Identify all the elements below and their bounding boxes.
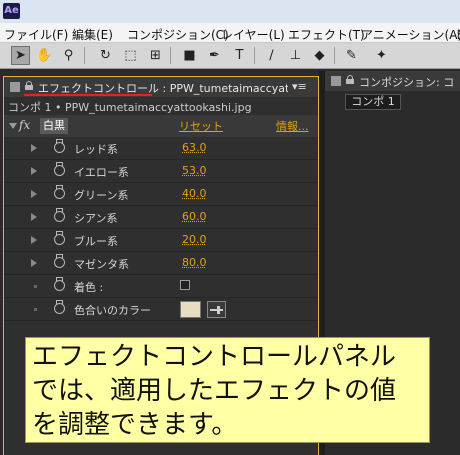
param-value[interactable]: 20.0 [182, 233, 207, 246]
twirl-icon[interactable] [31, 190, 37, 198]
callout-line-1: エフェクトコントロールパネル [32, 342, 397, 372]
param-label: 色合いのカラー [74, 304, 151, 317]
stopwatch-icon[interactable] [54, 231, 65, 245]
menu-effect[interactable]: エフェクト(T) [288, 26, 365, 43]
param-row-tint: 着色 : [4, 275, 318, 298]
lock-icon[interactable] [25, 81, 33, 90]
explanation-callout: エフェクトコントロールパネル では、適用したエフェクトの値 を調整できます。 [25, 337, 430, 443]
param-row-magenta: マゼンタ系 80.0 [4, 252, 318, 275]
stopwatch-icon[interactable] [54, 254, 65, 268]
twirl-icon[interactable] [31, 213, 37, 221]
twirl-icon[interactable] [31, 259, 37, 267]
stopwatch-icon[interactable] [54, 208, 65, 222]
tint-color-swatch[interactable] [180, 301, 201, 318]
comp-1-tab[interactable]: コンポ 1 [345, 94, 401, 110]
breadcrumb: コンポ 1 • PPW_tumetaimaccyattookashi.jpg [4, 97, 318, 115]
tools-toolbar: ➤ ✋ ⚲ ↻ ⬚ ⊞ ■ ✒ T ∕ ⊥ ◆ ✎ ✦ [0, 43, 460, 69]
menu-animation[interactable]: アニメーション(A) [361, 26, 460, 43]
composition-tab-title: コンポジション: コ [359, 76, 455, 89]
param-label: イエロー系 [74, 166, 129, 179]
effect-name[interactable]: 白黒 [40, 118, 68, 134]
stopwatch-icon[interactable] [54, 300, 65, 314]
no-twirl-marker [34, 308, 37, 311]
eyedropper-icon[interactable] [207, 301, 226, 318]
param-value[interactable]: 40.0 [182, 187, 207, 200]
expand-twirl-icon[interactable] [9, 123, 17, 129]
effect-controls-tab[interactable]: エフェクトコントロール : PPW_tumetaimaccyattool ▾≡ [4, 77, 318, 97]
no-twirl-marker [34, 285, 37, 288]
param-label: レッド系 [74, 143, 118, 156]
stopwatch-icon[interactable] [54, 139, 65, 153]
puppet-pin-tool-icon[interactable]: ✦ [372, 46, 391, 65]
selection-tool-icon[interactable]: ➤ [11, 46, 30, 65]
param-label: シアン系 [74, 212, 118, 225]
menu-view-truncated[interactable]: ヒ [455, 26, 460, 43]
callout-line-2: では、適用したエフェクトの値 [32, 376, 397, 406]
after-effects-app-icon: Ae [3, 3, 20, 19]
param-value[interactable]: 80.0 [182, 256, 207, 269]
param-row-red: レッド系 63.0 [4, 137, 318, 160]
text-tool-icon[interactable]: T [230, 46, 249, 65]
stopwatch-icon[interactable] [54, 277, 65, 291]
pen-tool-icon[interactable]: ✒ [205, 46, 224, 65]
toolbar-divider [334, 47, 335, 64]
brush-tool-icon[interactable]: ∕ [262, 46, 281, 65]
rectangle-tool-icon[interactable]: ■ [180, 46, 199, 65]
param-row-blue: ブルー系 20.0 [4, 229, 318, 252]
param-row-cyan: シアン系 60.0 [4, 206, 318, 229]
panel-close-icon[interactable] [331, 76, 341, 86]
panel-close-icon[interactable] [10, 82, 20, 92]
menu-layer[interactable]: レイヤー(L) [221, 26, 285, 43]
menu-file[interactable]: ファイル(F) [4, 26, 68, 43]
eraser-tool-icon[interactable]: ◆ [310, 46, 329, 65]
panel-menu-icon[interactable]: ▾≡ [292, 80, 307, 93]
clone-stamp-tool-icon[interactable]: ⊥ [286, 46, 305, 65]
pan-behind-tool-icon[interactable]: ⊞ [146, 46, 165, 65]
stopwatch-icon[interactable] [54, 162, 65, 176]
param-value[interactable]: 53.0 [182, 164, 207, 177]
effect-header-row[interactable]: fx 白黒 リセット 情報... [4, 115, 318, 137]
callout-line-3: を調整できます。 [32, 410, 238, 440]
menu-edit[interactable]: 編集(E) [72, 26, 113, 43]
highlight-underline [24, 94, 152, 96]
param-row-green: グリーン系 40.0 [4, 183, 318, 206]
tint-checkbox[interactable] [180, 280, 190, 290]
param-row-tint-color: 色合いのカラー [4, 298, 318, 321]
param-row-yellow: イエロー系 53.0 [4, 160, 318, 183]
lock-icon[interactable] [346, 75, 354, 84]
param-label: グリーン系 [74, 189, 129, 202]
twirl-icon[interactable] [31, 167, 37, 175]
toolbar-divider [170, 47, 171, 64]
toolbar-divider [254, 47, 255, 64]
twirl-icon[interactable] [31, 144, 37, 152]
param-value[interactable]: 63.0 [182, 141, 207, 154]
param-label: ブルー系 [74, 235, 118, 248]
about-link[interactable]: 情報... [276, 118, 309, 134]
param-label: 着色 : [74, 281, 104, 294]
menu-composition[interactable]: コンポジション(C) [127, 26, 229, 43]
hand-tool-icon[interactable]: ✋ [35, 46, 54, 65]
reset-link[interactable]: リセット [179, 118, 223, 134]
fx-toggle-icon[interactable]: fx [19, 118, 30, 132]
camera-tool-icon[interactable]: ⬚ [121, 46, 140, 65]
layer-breadcrumb: コンポ 1 • PPW_tumetaimaccyattookashi.jpg [8, 101, 252, 114]
toolbar-divider [84, 47, 85, 64]
menu-bar: ファイル(F) 編集(E) コンポジション(C) レイヤー(L) エフェクト(T… [0, 23, 460, 43]
zoom-tool-icon[interactable]: ⚲ [59, 46, 78, 65]
rotation-tool-icon[interactable]: ↻ [96, 46, 115, 65]
composition-tab[interactable]: コンポジション: コ [325, 71, 460, 91]
twirl-icon[interactable] [31, 236, 37, 244]
stopwatch-icon[interactable] [54, 185, 65, 199]
param-value[interactable]: 60.0 [182, 210, 207, 223]
title-bar: Ae [0, 0, 460, 23]
roto-brush-tool-icon[interactable]: ✎ [342, 46, 361, 65]
param-label: マゼンタ系 [74, 258, 129, 271]
